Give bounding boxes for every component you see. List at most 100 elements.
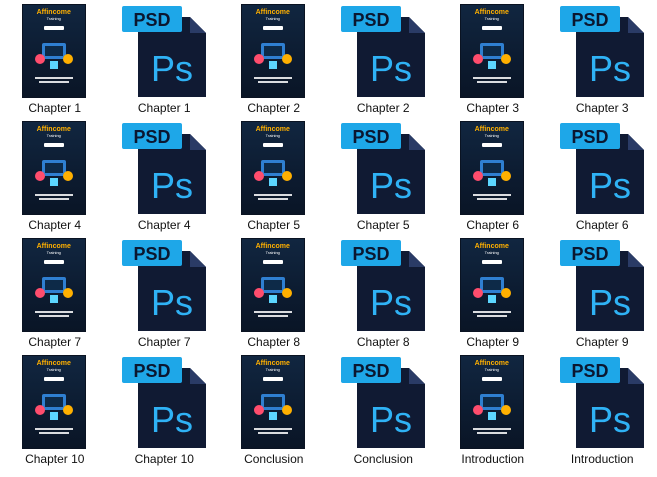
cover-file-3[interactable]: Affincome Training Chapter 2 [219,3,329,120]
cover-thumbnail: Affincome Training [460,239,525,331]
chapter-chip [262,143,283,147]
file-name[interactable]: Introduction [461,452,524,466]
file-name[interactable]: Chapter 9 [466,335,519,349]
svg-text:Ps: Ps [589,399,631,440]
cover-illustration [34,277,73,303]
file-name[interactable]: Chapter 8 [247,335,300,349]
svg-text:PSD: PSD [353,10,390,30]
cover-illustration [34,43,73,69]
file-name[interactable]: Chapter 6 [466,218,519,232]
brand-logo: Affincome Training [255,126,290,138]
psd-file-14[interactable]: PSD Ps Chapter 7 [110,237,220,354]
cover-thumbnail: Affincome Training [460,5,525,97]
file-name[interactable]: Conclusion [354,452,413,466]
svg-text:PSD: PSD [134,244,171,264]
psd-file-icon: PSD Ps [122,239,207,331]
psd-file-icon: PSD Ps [560,356,645,448]
file-name[interactable]: Chapter 5 [357,218,410,232]
chapter-chip [262,26,283,30]
svg-text:PSD: PSD [572,10,609,30]
psd-file-icon: PSD Ps [122,356,207,448]
psd-file-12[interactable]: PSD Ps Chapter 6 [548,120,657,237]
cover-illustration [472,277,511,303]
psd-file-2[interactable]: PSD Ps Chapter 1 [110,3,220,120]
psd-file-6[interactable]: PSD Ps Chapter 3 [548,3,657,120]
cover-file-9[interactable]: Affincome Training Chapter 5 [219,120,329,237]
psd-file-icon: PSD Ps [341,122,426,214]
svg-text:Ps: Ps [589,282,631,323]
chapter-chip [43,26,64,30]
cover-file-21[interactable]: Affincome Training Conclusion [219,354,329,471]
file-name[interactable]: Chapter 10 [135,452,194,466]
cover-thumbnail: Affincome Training [241,5,306,97]
file-name[interactable]: Chapter 1 [28,101,81,115]
file-name[interactable]: Chapter 3 [466,101,519,115]
file-name[interactable]: Chapter 4 [28,218,81,232]
file-name[interactable]: Chapter 8 [357,335,410,349]
chapter-chip [262,260,283,264]
brand-logo: Affincome Training [474,360,509,372]
cover-illustration [253,43,292,69]
cover-thumbnail: Affincome Training [241,356,306,448]
svg-text:PSD: PSD [353,361,390,381]
psd-file-16[interactable]: PSD Ps Chapter 8 [329,237,439,354]
file-name[interactable]: Chapter 5 [247,218,300,232]
file-grid: Affincome Training Chapter 1 PSD Ps Chap… [0,0,657,477]
brand-logo: Affincome Training [474,243,509,255]
svg-text:Ps: Ps [151,48,193,89]
svg-text:Ps: Ps [370,165,412,206]
cover-thumbnail: Affincome Training [22,356,87,448]
cover-file-13[interactable]: Affincome Training Chapter 7 [0,237,110,354]
file-name[interactable]: Chapter 1 [138,101,191,115]
chapter-chip [481,26,502,30]
file-name[interactable]: Chapter 6 [576,218,629,232]
chapter-chip [43,143,64,147]
psd-file-20[interactable]: PSD Ps Chapter 10 [110,354,220,471]
cover-file-7[interactable]: Affincome Training Chapter 4 [0,120,110,237]
cover-file-5[interactable]: Affincome Training Chapter 3 [438,3,548,120]
file-name[interactable]: Chapter 2 [247,101,300,115]
file-name[interactable]: Chapter 2 [357,101,410,115]
psd-file-icon: PSD Ps [560,122,645,214]
cover-illustration [34,160,73,186]
chapter-chip [481,377,502,381]
file-name[interactable]: Chapter 7 [138,335,191,349]
psd-file-24[interactable]: PSD Ps Introduction [548,354,657,471]
psd-file-10[interactable]: PSD Ps Chapter 5 [329,120,439,237]
svg-text:PSD: PSD [134,10,171,30]
file-name[interactable]: Introduction [571,452,634,466]
file-name[interactable]: Chapter 10 [25,452,84,466]
file-name[interactable]: Chapter 4 [138,218,191,232]
psd-file-icon: PSD Ps [560,239,645,331]
psd-file-8[interactable]: PSD Ps Chapter 4 [110,120,220,237]
chapter-chip [481,143,502,147]
cover-illustration [472,43,511,69]
file-name[interactable]: Chapter 9 [576,335,629,349]
brand-logo: Affincome Training [474,126,509,138]
psd-file-icon: PSD Ps [122,5,207,97]
file-name[interactable]: Chapter 3 [576,101,629,115]
cover-thumbnail: Affincome Training [22,5,87,97]
cover-illustration [472,160,511,186]
brand-logo: Affincome Training [36,126,71,138]
cover-file-11[interactable]: Affincome Training Chapter 6 [438,120,548,237]
psd-file-22[interactable]: PSD Ps Conclusion [329,354,439,471]
chapter-chip [43,260,64,264]
psd-file-18[interactable]: PSD Ps Chapter 9 [548,237,657,354]
file-name[interactable]: Chapter 7 [28,335,81,349]
chapter-chip [481,260,502,264]
cover-file-17[interactable]: Affincome Training Chapter 9 [438,237,548,354]
psd-file-4[interactable]: PSD Ps Chapter 2 [329,3,439,120]
cover-file-15[interactable]: Affincome Training Chapter 8 [219,237,329,354]
chapter-chip [262,377,283,381]
cover-thumbnail: Affincome Training [22,122,87,214]
brand-logo: Affincome Training [36,243,71,255]
svg-text:PSD: PSD [572,244,609,264]
cover-thumbnail: Affincome Training [241,239,306,331]
cover-file-1[interactable]: Affincome Training Chapter 1 [0,3,110,120]
file-name[interactable]: Conclusion [244,452,303,466]
cover-file-19[interactable]: Affincome Training Chapter 10 [0,354,110,471]
brand-logo: Affincome Training [36,360,71,372]
svg-text:Ps: Ps [370,282,412,323]
cover-file-23[interactable]: Affincome Training Introduction [438,354,548,471]
